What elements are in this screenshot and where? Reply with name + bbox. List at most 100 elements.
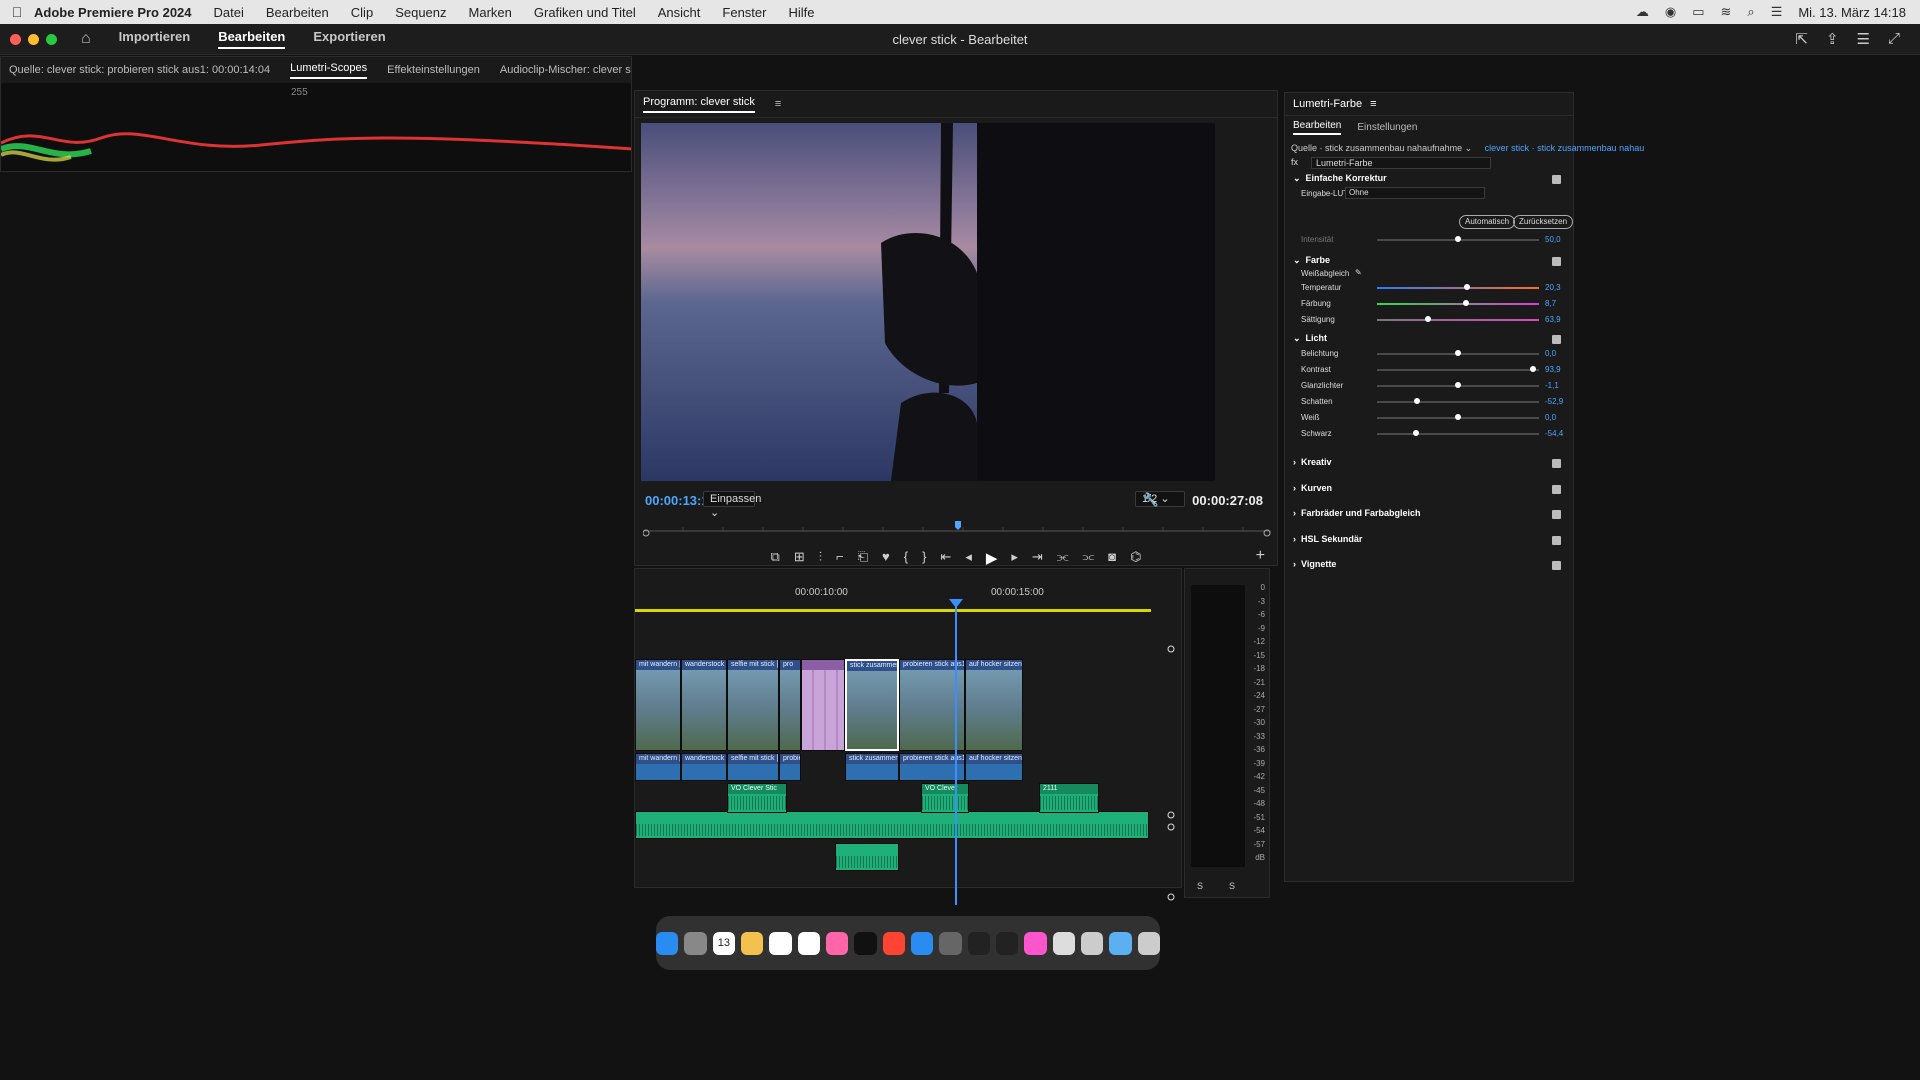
light-kontrast-knob[interactable] (1529, 366, 1536, 372)
auto-button[interactable]: Automatisch (1459, 215, 1516, 229)
monitor-scrub-bar[interactable] (643, 517, 1271, 537)
section-farbräder-und-farbabgleich[interactable]: Farbräder und Farbabgleich (1293, 508, 1421, 518)
menu-app-name[interactable]: Adobe Premiere Pro 2024 (34, 5, 192, 20)
work-area-bar[interactable] (635, 609, 1151, 612)
panel-menu-icon[interactable]: ≡ (775, 98, 781, 110)
audio-clip[interactable]: probieren st (779, 753, 801, 781)
section-light-checkbox[interactable] (1552, 335, 1561, 344)
launchpad-icon[interactable] (684, 931, 707, 955)
audio-clip[interactable]: wanderstock a (681, 753, 727, 781)
target-clip[interactable]: clever stick · stick zusammenbau nahau (1485, 143, 1645, 153)
light-schwarz-knob[interactable] (1412, 430, 1419, 436)
section-color-checkbox[interactable] (1552, 257, 1561, 266)
lumetri-tab-bearbeiten[interactable]: Bearbeiten (1293, 120, 1342, 135)
section-vignette[interactable]: Vignette (1293, 559, 1336, 569)
timeline-ruler[interactable]: 00:00:10:00 00:00:15:00 (635, 569, 1151, 609)
tab-importieren[interactable]: Importieren (119, 29, 191, 49)
light-belichtung-knob[interactable] (1455, 350, 1461, 356)
menu-item-marken[interactable]: Marken (469, 5, 512, 20)
lumetri-tab-einstellungen[interactable]: Einstellungen (1357, 122, 1417, 133)
system-settings-icon[interactable] (939, 931, 962, 955)
color-färbung-slider[interactable] (1377, 300, 1539, 306)
color-temperatur-value[interactable]: 20,3 (1545, 283, 1561, 292)
quick-export-icon[interactable]: ⇱ (1795, 30, 1808, 48)
eye-icon[interactable]: ◉ (1665, 4, 1676, 20)
menu-item-ansicht[interactable]: Ansicht (658, 5, 701, 20)
light-weiß-value[interactable]: 0,0 (1545, 413, 1556, 422)
menu-item-sequenz[interactable]: Sequenz (395, 5, 446, 20)
section-color[interactable]: Farbe (1293, 255, 1331, 266)
intensity-value[interactable]: 50,0 (1545, 235, 1561, 244)
light-kontrast-value[interactable]: 93,9 (1545, 365, 1561, 374)
video-preview[interactable] (641, 123, 1215, 481)
scanner-icon[interactable] (1080, 931, 1104, 955)
light-weiß-knob[interactable] (1455, 414, 1461, 420)
section-hsl-sekundär[interactable]: HSL Sekundär (1293, 534, 1362, 544)
section-farbräder-und-farbabgleich-checkbox[interactable] (1552, 510, 1561, 519)
freeform-icon[interactable] (797, 931, 821, 955)
display-icon[interactable]: ▭ (1692, 4, 1704, 20)
vectorworks-icon[interactable] (967, 931, 990, 955)
intensity-slider[interactable] (1377, 236, 1539, 242)
light-glanzlichter-value[interactable]: -1,1 (1545, 381, 1559, 390)
video-clip[interactable]: selfie mit stick [V] (727, 659, 779, 751)
finder-icon[interactable] (656, 931, 679, 955)
video-clip[interactable]: stick zusammen (845, 659, 899, 751)
button-editor-plus-icon[interactable]: + (1256, 547, 1265, 565)
creative-cloud-icon[interactable] (1024, 931, 1047, 955)
color-färbung-value[interactable]: 8,7 (1545, 299, 1556, 308)
left-panel-tab-1[interactable]: Lumetri-Scopes (290, 62, 368, 79)
music-icon[interactable] (882, 931, 905, 955)
section-kurven[interactable]: Kurven (1293, 483, 1332, 493)
menu-item-datei[interactable]: Datei (214, 5, 244, 20)
video-clip[interactable] (801, 659, 845, 751)
tab-bearbeiten[interactable]: Bearbeiten (218, 29, 286, 49)
eyedropper-icon[interactable]: ✎ (1355, 268, 1362, 277)
menu-item-hilfe[interactable]: Hilfe (788, 5, 814, 20)
left-panel-tab-2[interactable]: Effekteinstellungen (387, 64, 480, 76)
app-store-icon[interactable] (911, 931, 934, 955)
solo-button[interactable]: S (1197, 881, 1203, 891)
music-clip-small[interactable] (835, 843, 899, 871)
vectorworks-2-icon[interactable] (995, 931, 1019, 955)
input-lut-select[interactable]: Ohne (1345, 187, 1485, 199)
section-kreativ[interactable]: Kreativ (1293, 457, 1332, 467)
light-schatten-slider[interactable] (1377, 398, 1539, 404)
notes-icon[interactable] (741, 931, 764, 955)
panel-menu-icon[interactable]: ≡ (1370, 98, 1376, 110)
control-center-icon[interactable]: ☰ (1771, 4, 1783, 20)
reset-button[interactable]: Zurücksetzen (1513, 215, 1574, 229)
fit-select[interactable]: Einpassen ⌄ (703, 491, 761, 519)
section-basic-correction[interactable]: Einfache Korrektur (1293, 173, 1387, 184)
section-hsl-sekundär-checkbox[interactable] (1552, 535, 1561, 545)
apple-menu-icon[interactable]:  (0, 4, 34, 20)
menu-item-fenster[interactable]: Fenster (722, 5, 766, 20)
audio-clip[interactable]: auf hocker sitzen [A] (965, 753, 1023, 781)
minimize-window-button[interactable] (28, 33, 39, 45)
left-panel-tab-3[interactable]: Audioclip-Mischer: clever stick (500, 64, 631, 76)
zoom-window-button[interactable] (46, 33, 57, 45)
share-icon[interactable]: ⇪ (1826, 30, 1839, 48)
video-clip[interactable]: mit wandern [V] (635, 659, 681, 751)
photos-icon[interactable] (826, 931, 849, 955)
home-icon[interactable]: ⌂ (81, 30, 91, 48)
menu-item-bearbeiten[interactable]: Bearbeiten (266, 5, 329, 20)
section-basic-correction-checkbox[interactable] (1552, 175, 1561, 184)
section-light[interactable]: Licht (1293, 333, 1328, 344)
apple-tv-icon[interactable] (854, 931, 877, 955)
wifi-icon[interactable]: ≋ (1721, 4, 1732, 20)
audio-clip[interactable]: selfie mit stick [A] (727, 753, 779, 781)
font-book-icon[interactable] (1052, 931, 1075, 955)
workspaces-menu-icon[interactable]: ☰ (1857, 30, 1870, 48)
voiceover-clip[interactable]: 2111 (1039, 783, 1099, 813)
light-schatten-knob[interactable] (1414, 398, 1421, 404)
section-vignette-checkbox[interactable] (1552, 561, 1561, 570)
color-sättigung-value[interactable]: 63,9 (1545, 315, 1561, 324)
voiceover-clip[interactable]: VO Clever Stic (727, 783, 787, 813)
audio-clip[interactable]: stick zusammen (845, 753, 899, 781)
audio-clip[interactable]: mit wandern [A] (635, 753, 681, 781)
section-kurven-checkbox[interactable] (1552, 484, 1561, 494)
color-sättigung-knob[interactable] (1425, 316, 1432, 322)
fullscreen-icon[interactable]: ⤢ (1888, 30, 1900, 48)
light-belichtung-value[interactable]: 0,0 (1545, 349, 1556, 358)
